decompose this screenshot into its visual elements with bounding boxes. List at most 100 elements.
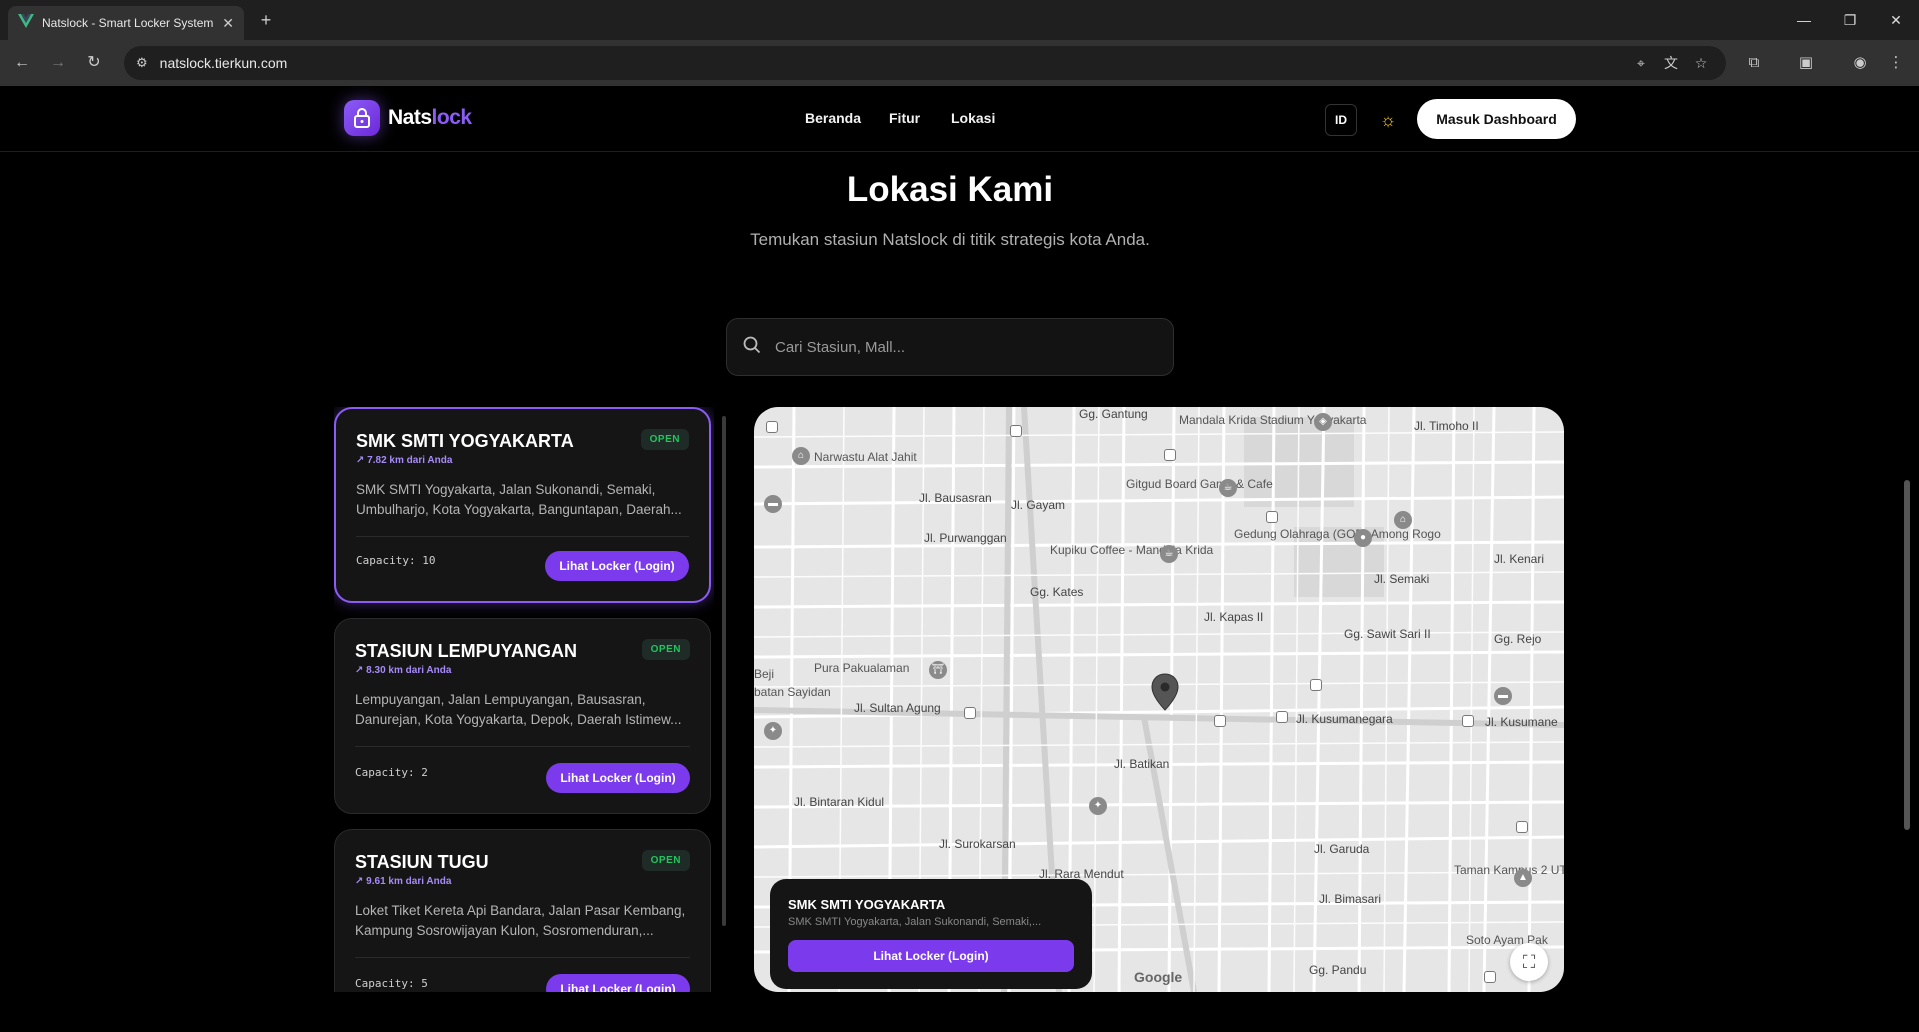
shop-icon[interactable]: ⌂ <box>792 447 810 465</box>
trend-icon: ↗ <box>355 665 367 676</box>
school-icon[interactable]: ▲ <box>1514 869 1532 887</box>
url-text: natslock.tierkun.com <box>159 55 288 71</box>
address-bar[interactable]: ⚙ natslock.tierkun.com ⌖ 文 ☆ <box>124 46 1726 80</box>
street-label: Jl. Kenari <box>1494 552 1545 566</box>
sports-icon[interactable]: ● <box>1354 529 1372 547</box>
profile-icon[interactable]: ◉ <box>1848 51 1872 75</box>
search-input[interactable] <box>775 338 1155 356</box>
translate-icon[interactable]: 文 <box>1662 54 1680 72</box>
station-distance: ↗ 7.82 km dari Anda <box>356 455 689 466</box>
extensions-icon[interactable]: ⧉ <box>1742 51 1766 75</box>
bus-stop-icon[interactable] <box>964 707 976 719</box>
status-badge: OPEN <box>641 850 690 871</box>
temple-icon[interactable]: ⛩ <box>929 661 947 679</box>
new-tab-button[interactable]: + <box>254 8 278 32</box>
map-marker-icon[interactable] <box>1150 673 1180 711</box>
brand-name-primary: Nats <box>388 106 432 129</box>
poi-label[interactable]: Taman Kampus 2 UTY <box>1454 863 1564 877</box>
bus-stop-icon[interactable] <box>1266 511 1278 523</box>
side-panel-icon[interactable]: ▣ <box>1794 51 1818 75</box>
language-toggle[interactable]: ID <box>1325 104 1357 136</box>
poi-label[interactable]: Gitgud Board Game & Cafe <box>1126 477 1273 491</box>
cafe-icon[interactable]: ☕ <box>1160 545 1178 563</box>
minimize-icon[interactable]: — <box>1781 0 1827 40</box>
nav-lokasi[interactable]: Lokasi <box>951 110 995 126</box>
popup-view-locker-button[interactable]: Lihat Locker (Login) <box>788 940 1074 972</box>
bus-stop-icon[interactable] <box>1484 971 1496 983</box>
poi-label[interactable]: Gedung Olahraga (GOR) Among Rogo <box>1234 527 1441 541</box>
bus-stop-icon[interactable] <box>1010 425 1022 437</box>
brand-name-accent: lock <box>431 106 473 129</box>
dashboard-button[interactable]: Masuk Dashboard <box>1417 99 1576 139</box>
map-info-popup[interactable]: SMK SMTI YOGYAKARTA SMK SMTI Yogyakarta,… <box>770 879 1092 989</box>
bus-stop-icon[interactable] <box>1164 449 1176 461</box>
menu-icon[interactable]: ⋮ <box>1884 51 1908 75</box>
forward-icon[interactable]: → <box>46 51 70 75</box>
restaurant-icon[interactable]: ✦ <box>764 722 782 740</box>
page: Natslock Beranda Fitur Lokasi ID ☼ Masuk… <box>0 86 1919 992</box>
poi-label[interactable]: Mandala Krida Stadium Yogyakarta <box>1179 413 1366 427</box>
browser-tab[interactable]: Natslock - Smart Locker System ✕ <box>8 6 244 40</box>
street-label: Jl. Bausasran <box>919 491 992 505</box>
station-card[interactable]: SMK SMTI YOGYAKARTA OPEN ↗ 7.82 km dari … <box>334 407 711 603</box>
station-card[interactable]: STASIUN LEMPUYANGAN OPEN ↗ 8.30 km dari … <box>334 618 711 814</box>
list-scrollbar[interactable] <box>722 416 726 926</box>
cafe-icon[interactable]: ☕ <box>1219 479 1237 497</box>
station-capacity: Capacity: 10 <box>356 554 436 567</box>
card-divider <box>355 746 690 747</box>
street-label: Jl. Surokarsan <box>939 837 1016 851</box>
map[interactable]: Gg. Gantung Jl. Bausasran Jl. Gayam Jl. … <box>754 407 1564 992</box>
station-distance: ↗ 9.61 km dari Anda <box>355 876 690 887</box>
view-locker-button[interactable]: Lihat Locker (Login) <box>545 551 689 581</box>
reload-icon[interactable]: ↻ <box>82 51 106 75</box>
street-label: Jl. Timoho II <box>1414 419 1479 433</box>
bus-stop-icon[interactable] <box>1276 711 1288 723</box>
restaurant-icon[interactable]: ✦ <box>1089 797 1107 815</box>
browser-tabbar: Natslock - Smart Locker System ✕ + — ❐ ✕ <box>0 0 1919 40</box>
station-address: Loket Tiket Kereta Api Bandara, Jalan Pa… <box>355 903 686 938</box>
bus-stop-icon[interactable] <box>1462 715 1474 727</box>
station-card[interactable]: STASIUN TUGU OPEN ↗ 9.61 km dari Anda Lo… <box>334 829 711 992</box>
bookmark-star-icon[interactable]: ☆ <box>1692 54 1710 72</box>
status-badge: OPEN <box>640 429 689 450</box>
site-settings-icon[interactable]: ⚙ <box>136 55 148 71</box>
popup-station-address: SMK SMTI Yogyakarta, Jalan Sukonandi, Se… <box>788 916 1042 928</box>
restore-icon[interactable]: ❐ <box>1827 0 1873 40</box>
view-locker-button[interactable]: Lihat Locker (Login) <box>546 763 690 793</box>
hotel-icon[interactable]: ▬ <box>1494 687 1512 705</box>
page-subtitle: Temukan stasiun Natslock di titik strate… <box>750 230 1150 249</box>
street-label: Gg. Pandu <box>1309 963 1367 977</box>
view-locker-button[interactable]: Lihat Locker (Login) <box>546 974 690 992</box>
nav-fitur[interactable]: Fitur <box>889 110 920 126</box>
distance-text: 8.30 km dari Anda <box>366 665 452 676</box>
google-attribution[interactable]: Google <box>1134 969 1182 985</box>
close-tab-icon[interactable]: ✕ <box>222 15 234 32</box>
page-scrollbar[interactable] <box>1904 480 1910 830</box>
card-divider <box>356 536 689 537</box>
hotel-icon[interactable]: ▬ <box>764 495 782 513</box>
sun-icon[interactable]: ☼ <box>1374 106 1402 134</box>
bus-stop-icon[interactable] <box>1516 821 1528 833</box>
bus-stop-icon[interactable] <box>1214 715 1226 727</box>
fullscreen-icon[interactable]: ⛶ <box>1510 943 1548 981</box>
back-icon[interactable]: ← <box>10 51 34 75</box>
window-close-icon[interactable]: ✕ <box>1873 0 1919 40</box>
poi-label[interactable]: Pura Pakualaman <box>814 661 909 675</box>
poi-label[interactable]: Soto Ayam Pak <box>1466 933 1556 947</box>
station-list[interactable]: SMK SMTI YOGYAKARTA OPEN ↗ 7.82 km dari … <box>334 407 714 992</box>
lock-logo-icon[interactable] <box>344 100 380 136</box>
street-label: Jl. Batikan <box>1114 757 1170 771</box>
station-capacity: Capacity: 5 <box>355 977 428 990</box>
poi-label[interactable]: Kupiku Coffee - Mandala Krida <box>1050 543 1213 557</box>
search-box[interactable] <box>726 318 1174 376</box>
bus-stop-icon[interactable] <box>1310 679 1322 691</box>
stadium-icon[interactable]: ◈ <box>1314 413 1332 431</box>
brand-name[interactable]: Natslock <box>388 106 472 130</box>
bus-stop-icon[interactable] <box>766 421 778 433</box>
poi-label[interactable]: Narwastu Alat Jahit <box>814 450 917 464</box>
shop-icon[interactable]: ⌂ <box>1394 511 1412 529</box>
location-icon[interactable]: ⌖ <box>1632 54 1650 72</box>
poi-label: batan Sayidan <box>754 685 831 699</box>
street-label: Gg. Gantung <box>1079 407 1148 421</box>
nav-beranda[interactable]: Beranda <box>805 110 861 126</box>
